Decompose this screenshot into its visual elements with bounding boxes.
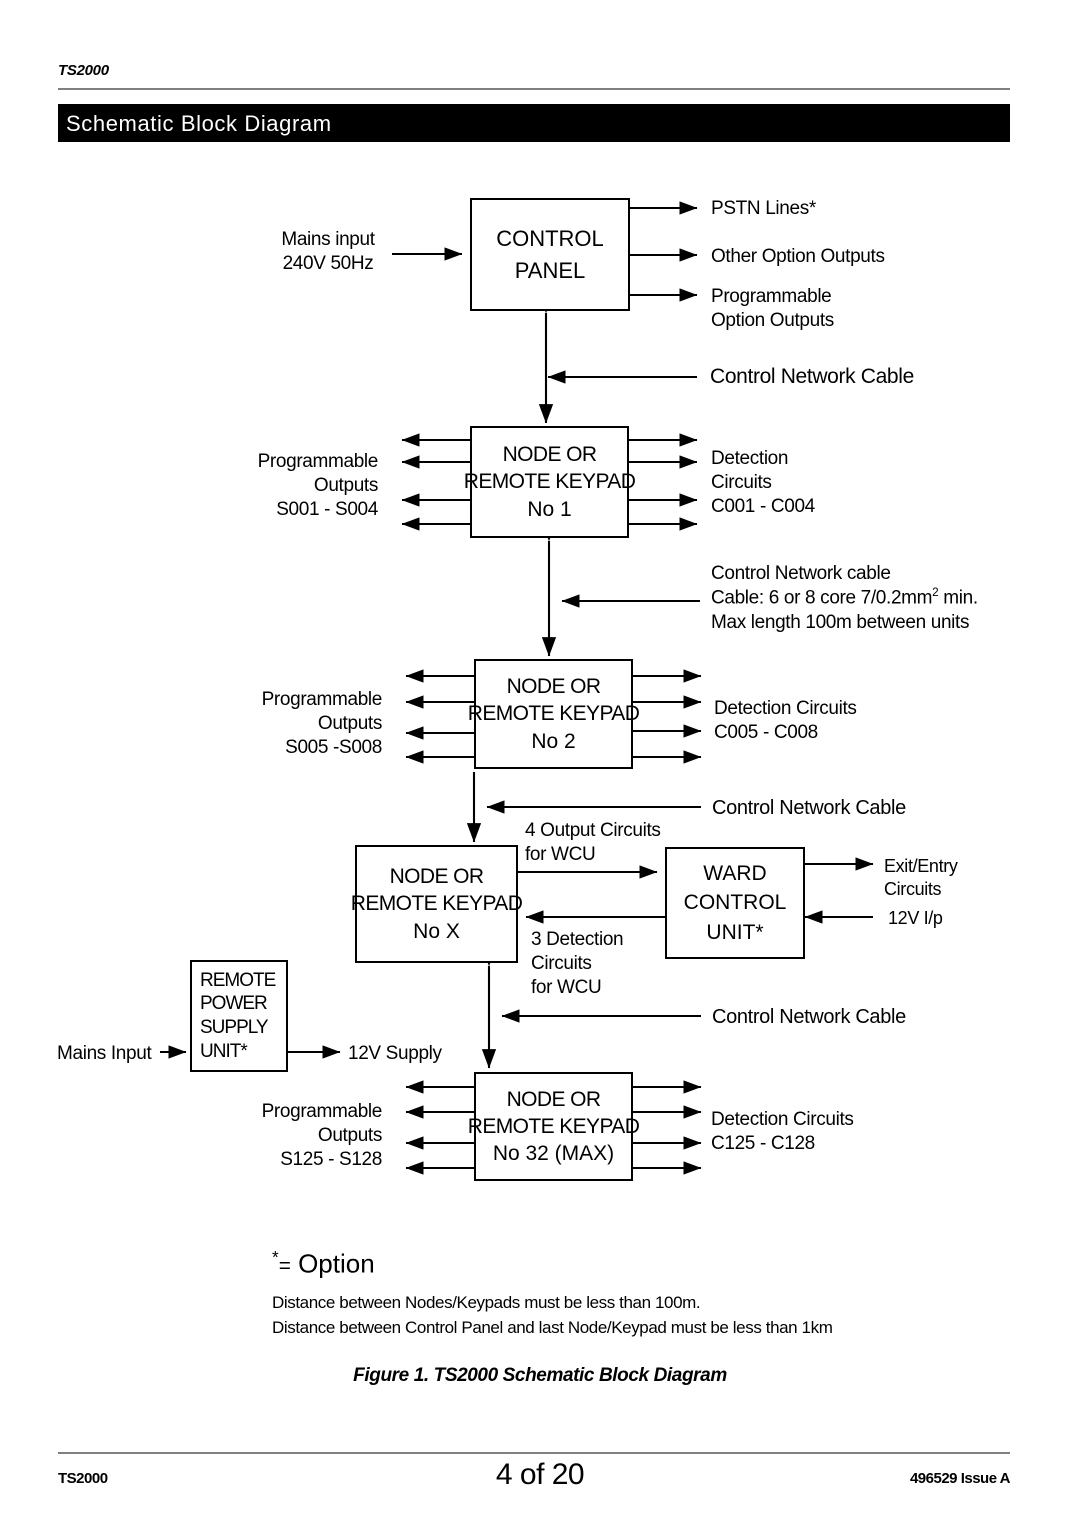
label-programmable-outputs-32: Programmable Outputs S125 - S128 [232,1100,383,1172]
label-wcu-out-line-2: for WCU [525,844,596,866]
option-legend: *= Option [272,1247,375,1280]
option-legend-asterisk: * [272,1247,279,1267]
rpsu-line-3: SUPPLY [200,1017,269,1038]
label-prog-out-1-line-3: S001 - S004 [276,499,378,521]
node-x-line-3: No X [413,919,460,943]
node-32-line-3: No 32 (MAX) [492,1142,615,1166]
block-node-32[interactable]: NODE OR REMOTE KEYPAD No 32 (MAX) [468,1072,640,1181]
label-exit-entry-line-2: Circuits [884,878,942,899]
block-ward-control-unit[interactable]: WARD CONTROL UNIT* [665,847,805,959]
label-detection-circuits-32: Detection Circuits C125 - C128 [711,1108,854,1156]
label-prog-out-32-line-2: Outputs [317,1125,382,1147]
label-programmable-option-outputs: Programmable Option Outputs [711,285,834,333]
label-prog-option-line-2: Option Outputs [711,310,834,332]
label-prog-out-1-line-1: Programmable [257,451,379,472]
document-header-id: TS2000 [58,62,109,79]
node-x-line-1: NODE OR [389,865,484,889]
label-prog-out-32-line-3: S125 - S128 [280,1149,382,1171]
label-other-option-outputs: Other Option Outputs [711,246,885,267]
label-wcu-in-line-1: 3 Detection [531,929,624,950]
node-1-line-2: REMOTE KEYPAD [463,470,636,494]
wcu-line-2: CONTROL [683,891,787,915]
node-2-line-2: REMOTE KEYPAD [467,702,640,726]
node-32-line-2: REMOTE KEYPAD [467,1114,640,1138]
label-programmable-outputs-1: Programmable Outputs S001 - S004 [228,450,379,522]
node-2-line-1: NODE OR [506,675,601,699]
label-prog-out-2-line-1: Programmable [261,689,383,710]
label-detection-1-line-3: C001 - C004 [711,496,815,518]
label-exit-entry-circuits: Exit/Entry Circuits [884,855,958,901]
label-wcu-output-circuits: 4 Output Circuits for WCU [525,819,661,867]
label-detection-circuits-1: Detection Circuits C001 - C004 [711,447,815,519]
option-legend-equals: = [278,1254,291,1278]
label-detection-2-line-1: Detection Circuits [714,698,857,719]
block-control-panel[interactable]: CONTROL PANEL [470,198,630,311]
label-detection-1-line-1: Detection [711,448,789,469]
label-detection-32-line-2: C125 - C128 [711,1133,815,1155]
label-mains-input: Mains input 240V 50Hz [268,228,388,276]
label-cable-spec-line-2: Cable: 6 or 8 core 7/0.2mm2 min. [711,586,978,610]
label-12v-input: 12V I/p [888,908,943,928]
wcu-line-3: UNIT* [706,920,764,944]
node-1-line-1: NODE OR [502,443,597,467]
label-mains-input-line-2: 240V 50Hz [282,253,374,275]
label-detection-2-line-2: C005 - C008 [714,722,818,744]
footer-divider [58,1452,1010,1454]
wcu-line-1: WARD [703,861,767,885]
label-prog-option-line-1: Programmable [711,286,832,307]
label-mains-input-line-1: Mains input [281,229,375,250]
label-detection-32-line-1: Detection Circuits [711,1109,854,1130]
label-12v-supply: 12V Supply [348,1043,442,1064]
rpsu-line-4: UNIT* [200,1040,248,1062]
label-cable-spec-line-2-a: Cable: 6 or 8 core 7/0.2mm [711,587,933,609]
rpsu-line-2: POWER [200,993,268,1015]
label-detection-circuits-2: Detection Circuits C005 - C008 [714,697,857,745]
label-wcu-in-line-2: Circuits [531,953,592,975]
label-cable-spec-line-1: Control Network cable [711,563,891,584]
block-node-2[interactable]: NODE OR REMOTE KEYPAD No 2 [468,659,640,769]
rpsu-line-1: REMOTE [200,969,276,991]
label-detection-1-line-2: Circuits [711,472,772,494]
node-1-line-3: No 1 [527,497,572,521]
label-wcu-out-line-1: 4 Output Circuits [525,820,661,841]
label-cable-spec-line-3: Max length 100m between units [711,611,970,633]
label-control-network-cable-1: Control Network Cable [710,365,914,388]
block-node-x[interactable]: NODE OR REMOTE KEYPAD No X [351,845,523,963]
control-panel-line-2: PANEL [514,257,586,283]
figure-caption: Figure 1. TS2000 Schematic Block Diagram [353,1365,727,1386]
page-title: Schematic Block Diagram [66,111,332,136]
label-exit-entry-line-1: Exit/Entry [884,856,958,876]
label-cable-specification: Control Network cable Cable: 6 or 8 core… [711,562,978,635]
node-x-line-2: REMOTE KEYPAD [350,892,523,916]
label-rpsu-mains-input: Mains Input [57,1043,152,1064]
label-wcu-detection-circuits: 3 Detection Circuits for WCU [531,928,624,1000]
footer-issue-number: 496529 Issue A [909,1470,1011,1487]
label-prog-out-32-line-1: Programmable [261,1101,383,1122]
node-2-line-3: No 2 [531,729,576,753]
label-cable-spec-line-2-b: min. [938,587,978,609]
block-remote-power-supply-unit[interactable]: REMOTE POWER SUPPLY UNIT* [190,960,288,1072]
label-pstn-lines: PSTN Lines* [711,198,816,219]
option-legend-word: Option [298,1248,375,1279]
label-prog-out-1-line-2: Outputs [313,475,378,497]
block-node-1[interactable]: NODE OR REMOTE KEYPAD No 1 [464,426,636,538]
label-control-network-cable-2: Control Network Cable [712,797,906,819]
node-32-line-1: NODE OR [506,1087,601,1111]
label-prog-out-2-line-2: Outputs [317,713,382,735]
control-panel-line-1: CONTROL [496,225,604,251]
label-wcu-in-line-3: for WCU [531,977,602,999]
header-divider [58,88,1010,90]
distance-note-nodes: Distance between Nodes/Keypads must be l… [272,1293,701,1312]
label-prog-out-2-line-3: S005 -S008 [285,737,382,759]
label-programmable-outputs-2: Programmable Outputs S005 -S008 [232,688,383,760]
distance-note-control-panel: Distance between Control Panel and last … [272,1318,833,1337]
label-control-network-cable-3: Control Network Cable [712,1006,906,1028]
